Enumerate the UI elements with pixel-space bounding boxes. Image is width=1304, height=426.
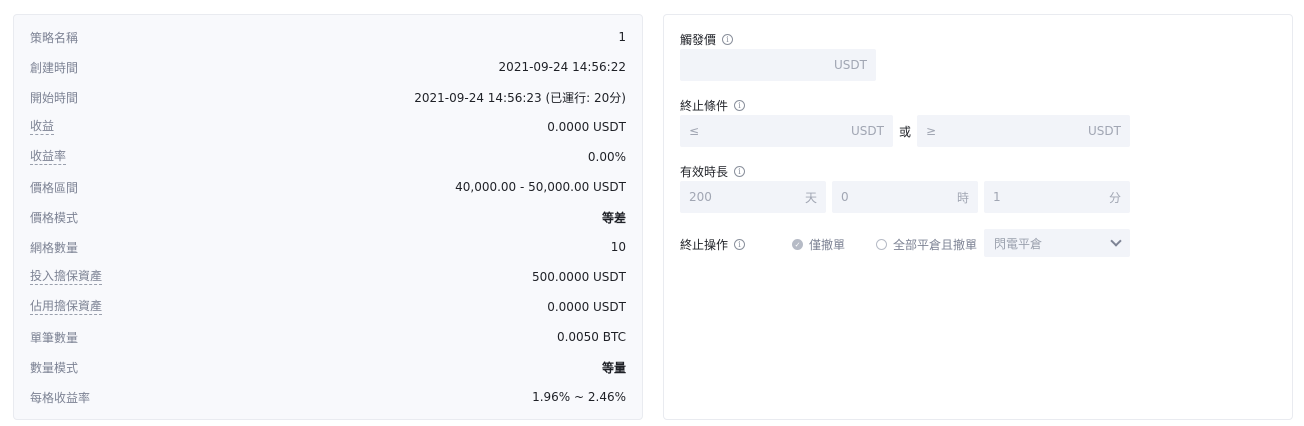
radio-cancel-only[interactable]: ✓ 僅撤單 bbox=[792, 236, 845, 253]
info-value: 0.0050 BTC bbox=[556, 330, 626, 344]
stop-action-label-text: 終止操作 bbox=[680, 238, 729, 252]
info-row-invested: 投入擔保資產 500.0000 USDT bbox=[30, 262, 626, 292]
stop-condition-upper-input[interactable]: ≥ USDT bbox=[917, 115, 1130, 147]
radio-checked-icon: ✓ bbox=[792, 239, 803, 250]
radio-unchecked-icon bbox=[876, 239, 887, 250]
stop-condition-label: 終止條件 i bbox=[680, 97, 746, 114]
info-value: 10 bbox=[610, 240, 626, 254]
info-row-created: 創建時間 2021-09-24 14:56:22 bbox=[30, 52, 626, 82]
info-icon[interactable]: i bbox=[734, 100, 746, 111]
lower-unit: USDT bbox=[851, 124, 884, 138]
info-row-grid-count: 網格數量 10 bbox=[30, 232, 626, 262]
upper-prefix: ≥ bbox=[926, 124, 937, 138]
info-label-tooltip[interactable]: 收益 bbox=[30, 119, 55, 135]
lower-prefix: ≤ bbox=[689, 124, 700, 138]
stop-settings-panel: 觸發價 i USDT 終止條件 i ≤ USDT 或 ≥ USDT 有效時長 i… bbox=[663, 14, 1293, 420]
info-row-name: 策略名稱 1 bbox=[30, 22, 626, 52]
or-separator: 或 bbox=[899, 125, 912, 139]
radio-cancel-only-label: 僅撤單 bbox=[809, 238, 846, 252]
stop-action-label: 終止操作 i bbox=[680, 236, 746, 253]
minutes-unit: 分 bbox=[1108, 190, 1121, 205]
page: 策略名稱 1 創建時間 2021-09-24 14:56:22 開始時間 202… bbox=[0, 0, 1304, 426]
days-unit: 天 bbox=[804, 190, 817, 205]
duration-label-text: 有效時長 bbox=[680, 165, 729, 179]
radio-close-all-label: 全部平倉且撤單 bbox=[893, 238, 978, 252]
days-value: 200 bbox=[689, 190, 712, 204]
info-row-order-qty: 單筆數量 0.0050 BTC bbox=[30, 322, 626, 352]
trigger-price-label: 觸發價 i bbox=[680, 31, 734, 48]
info-row-price-mode: 價格模式 等差 bbox=[30, 202, 626, 232]
trigger-price-label-text: 觸發價 bbox=[680, 33, 717, 47]
duration-days-input[interactable]: 200 天 bbox=[680, 181, 826, 213]
info-label: 價格區間 bbox=[30, 180, 79, 195]
info-value: 1 bbox=[618, 30, 626, 44]
info-row-price-range: 價格區間 40,000.00 - 50,000.00 USDT bbox=[30, 172, 626, 202]
info-icon[interactable]: i bbox=[722, 34, 734, 45]
info-label: 單筆數量 bbox=[30, 330, 79, 345]
trigger-price-input[interactable]: USDT bbox=[680, 49, 876, 81]
stop-condition-label-text: 終止條件 bbox=[680, 99, 729, 113]
minutes-value: 1 bbox=[993, 190, 1001, 204]
duration-minutes-input[interactable]: 1 分 bbox=[984, 181, 1130, 213]
strategy-info-panel: 策略名稱 1 創建時間 2021-09-24 14:56:22 開始時間 202… bbox=[13, 14, 643, 420]
info-label-tooltip[interactable]: 投入擔保資產 bbox=[30, 269, 103, 285]
duration-hours-input[interactable]: 0 時 bbox=[832, 181, 978, 213]
info-label: 策略名稱 bbox=[30, 30, 79, 45]
info-row-qty-mode: 數量模式 等量 bbox=[30, 352, 626, 382]
stop-condition-lower-input[interactable]: ≤ USDT bbox=[680, 115, 893, 147]
info-label: 開始時間 bbox=[30, 90, 79, 105]
info-value: 1.96% ~ 2.46% bbox=[532, 390, 626, 404]
hours-unit: 時 bbox=[956, 190, 969, 205]
info-row-occupied: 佔用擔保資產 0.0000 USDT bbox=[30, 292, 626, 322]
close-mode-value: 閃電平倉 bbox=[994, 236, 1043, 251]
info-value: 等量 bbox=[601, 360, 626, 375]
info-row-profit-rate: 收益率 0.00% bbox=[30, 142, 626, 172]
info-icon[interactable]: i bbox=[734, 166, 746, 177]
info-label: 網格數量 bbox=[30, 240, 79, 255]
info-row-grid-profit: 每格收益率 1.96% ~ 2.46% bbox=[30, 382, 626, 412]
info-value: 0.00% bbox=[587, 150, 626, 164]
trigger-price-unit: USDT bbox=[834, 58, 867, 72]
upper-unit: USDT bbox=[1088, 124, 1121, 138]
info-value: 500.0000 USDT bbox=[531, 270, 626, 284]
info-label: 價格模式 bbox=[30, 210, 79, 225]
info-label: 數量模式 bbox=[30, 360, 79, 375]
close-mode-select[interactable]: 閃電平倉 bbox=[984, 229, 1130, 257]
hours-value: 0 bbox=[841, 190, 849, 204]
info-row-started: 開始時間 2021-09-24 14:56:23 (已運行: 20分) bbox=[30, 82, 626, 112]
info-value: 2021-09-24 14:56:23 (已運行: 20分) bbox=[414, 90, 626, 105]
info-label-tooltip[interactable]: 佔用擔保資產 bbox=[30, 299, 103, 315]
info-value: 等差 bbox=[601, 210, 626, 225]
info-label: 每格收益率 bbox=[30, 390, 91, 405]
info-icon[interactable]: i bbox=[734, 239, 746, 250]
info-value: 0.0000 USDT bbox=[547, 300, 626, 314]
info-row-profit: 收益 0.0000 USDT bbox=[30, 112, 626, 142]
info-value: 40,000.00 - 50,000.00 USDT bbox=[455, 180, 626, 194]
info-label: 創建時間 bbox=[30, 60, 79, 75]
info-value: 0.0000 USDT bbox=[547, 120, 626, 134]
radio-close-all[interactable]: 全部平倉且撤單 bbox=[876, 236, 977, 253]
info-value: 2021-09-24 14:56:22 bbox=[498, 60, 626, 74]
duration-label: 有效時長 i bbox=[680, 163, 746, 180]
chevron-down-icon bbox=[1110, 235, 1122, 247]
info-label-tooltip[interactable]: 收益率 bbox=[30, 149, 67, 165]
